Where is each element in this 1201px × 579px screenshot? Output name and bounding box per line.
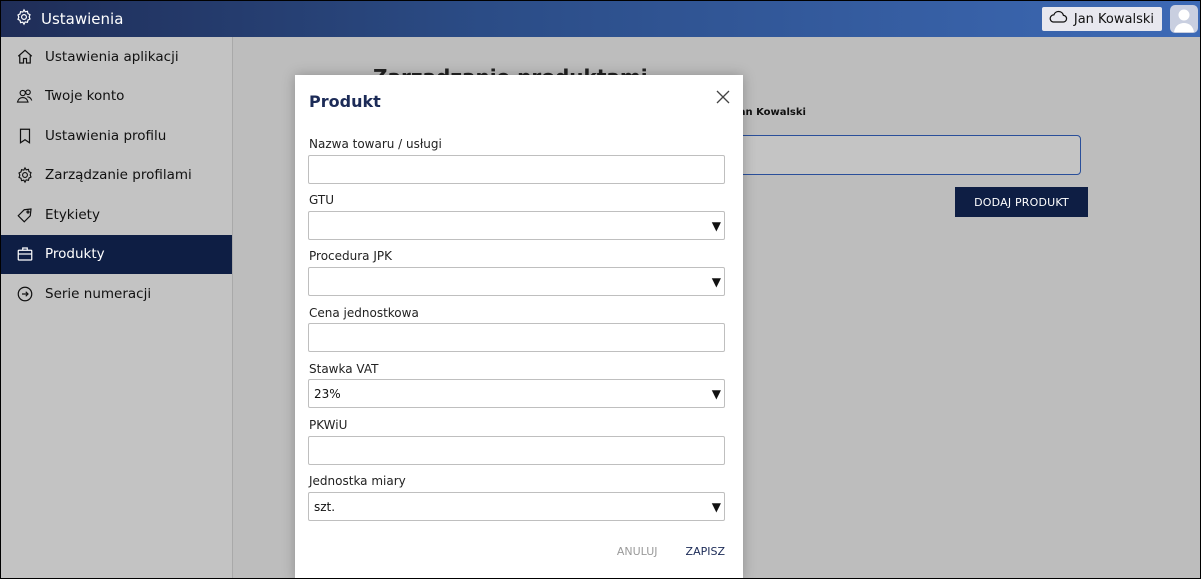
jpk-label: Procedura JPK: [309, 249, 392, 263]
unit-select[interactable]: szt. ▼: [308, 492, 725, 521]
name-field[interactable]: [308, 155, 725, 184]
sidebar-item-profile-settings[interactable]: Ustawienia profilu: [1, 116, 232, 156]
user-chip[interactable]: Jan Kowalski: [1041, 7, 1162, 31]
add-product-button[interactable]: DODAJ PRODUKT: [955, 187, 1088, 217]
price-label: Cena jednostkowa: [309, 306, 419, 320]
main-user-label: Jan Kowalski: [735, 107, 806, 118]
sidebar-item-label: Twoje konto: [45, 88, 125, 105]
sidebar-item-numbering-series[interactable]: Serie numeracji: [1, 274, 232, 314]
avatar[interactable]: [1170, 5, 1198, 33]
dropdown-arrow-icon: ▼: [711, 500, 721, 514]
user-name: Jan Kowalski: [1073, 11, 1154, 27]
price-field[interactable]: [308, 323, 725, 352]
dropdown-arrow-icon: ▼: [711, 219, 721, 233]
sidebar-item-label: Produkty: [45, 246, 105, 263]
gear-icon: [15, 8, 33, 30]
app-window: Ustawienia Jan Kowalski Ustawienia aplik…: [0, 0, 1201, 579]
sidebar-item-label: Ustawienia aplikacji: [45, 48, 179, 65]
vat-select[interactable]: 23% ▼: [308, 379, 725, 408]
name-label: Nazwa towaru / usługi: [309, 137, 442, 151]
product-dialog: Produkt Nazwa towaru / usługi GTU ▼ Proc…: [295, 75, 743, 578]
jpk-select[interactable]: ▼: [308, 267, 725, 296]
sidebar-item-label: Ustawienia profilu: [45, 127, 167, 144]
gear-icon: [15, 165, 35, 185]
sidebar-item-products[interactable]: Produkty: [1, 234, 232, 274]
top-bar: Ustawienia Jan Kowalski: [1, 1, 1200, 37]
sidebar-item-profile-management[interactable]: Zarządzanie profilami: [1, 156, 232, 196]
cloud-icon: [1048, 10, 1068, 28]
tag-icon: [15, 205, 35, 225]
save-button[interactable]: ZAPISZ: [686, 545, 725, 558]
vat-value: 23%: [314, 386, 341, 401]
vat-label: Stawka VAT: [309, 362, 379, 376]
sidebar-item-app-settings[interactable]: Ustawienia aplikacji: [1, 37, 232, 77]
dialog-title: Produkt: [309, 92, 381, 111]
cancel-button[interactable]: ANULUJ: [617, 545, 658, 558]
app-title[interactable]: Ustawienia: [1, 1, 123, 37]
main-search-input[interactable]: [735, 135, 1081, 175]
pkwiu-field[interactable]: [308, 436, 725, 465]
gtu-select[interactable]: ▼: [308, 211, 725, 240]
home-icon: [15, 47, 35, 67]
gtu-label: GTU: [309, 193, 334, 207]
page-title: Ustawienia: [41, 10, 124, 28]
sidebar: Ustawienia aplikacji Twoje konto Ustawie…: [1, 37, 233, 578]
dialog-footer: ANULUJ ZAPISZ: [617, 545, 725, 558]
briefcase-icon: [15, 244, 35, 264]
sidebar-item-label: Zarządzanie profilami: [45, 167, 192, 184]
bookmark-icon: [15, 126, 35, 146]
dropdown-arrow-icon: ▼: [711, 275, 721, 289]
users-icon: [15, 86, 35, 106]
sidebar-item-label: Serie numeracji: [45, 285, 152, 302]
arrow-circle-icon: [15, 284, 35, 304]
sidebar-item-label: Etykiety: [45, 206, 100, 223]
unit-label: Jednostka miary: [309, 474, 406, 488]
dropdown-arrow-icon: ▼: [711, 387, 721, 401]
unit-value: szt.: [314, 499, 336, 514]
sidebar-item-labels[interactable]: Etykiety: [1, 195, 232, 235]
pkwiu-label: PKWiU: [309, 418, 348, 432]
close-icon[interactable]: [713, 87, 733, 107]
sidebar-item-account[interactable]: Twoje konto: [1, 77, 232, 117]
